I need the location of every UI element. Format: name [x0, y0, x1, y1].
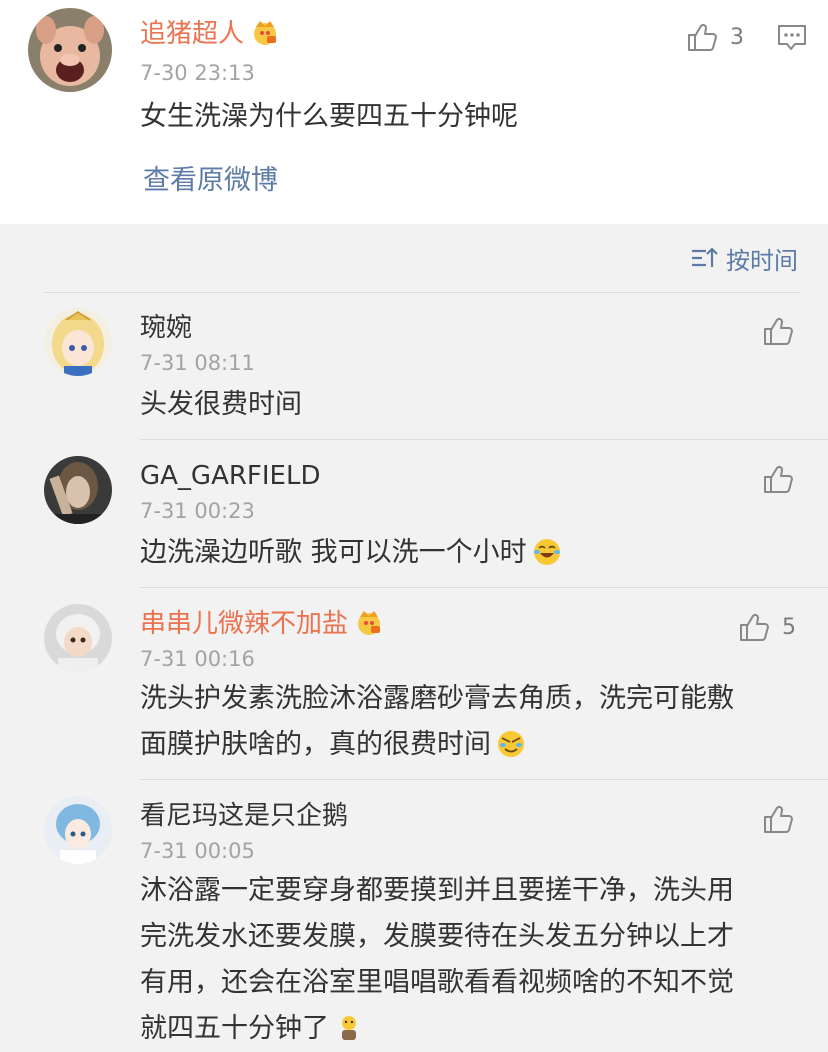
sort-label: 按时间: [726, 246, 798, 275]
vip-crown-icon: [254, 20, 277, 45]
commenter-name[interactable]: 看尼玛这是只企鹅: [140, 800, 348, 832]
comment-time: 7-31 08:11: [140, 351, 255, 375]
comment-like-button[interactable]: [762, 314, 794, 348]
comment-more-icon: [778, 25, 806, 50]
pig-avatar-image: [28, 8, 112, 92]
divider: [140, 439, 828, 440]
thumbs-up-icon: [764, 805, 793, 833]
comment-like-count: 5: [782, 614, 796, 640]
divider: [140, 779, 828, 780]
post-author-name[interactable]: 追猪超人: [140, 18, 280, 50]
commenter-avatar[interactable]: [44, 456, 112, 524]
portrait-avatar-image: [44, 456, 112, 524]
sort-by-time-button[interactable]: 按时间: [690, 240, 798, 276]
post-like-count: 3: [730, 24, 744, 50]
comment-text: 边洗澡边听歌 我可以洗一个小时: [140, 530, 561, 576]
comment-text: 洗头护发素洗脸沐浴露磨砂膏去角质，洗完可能敷 面膜护肤啥的，真的很费时间: [140, 683, 734, 760]
original-post: 追猪超人 7-30 23:13 女生洗澡为什么要四五十分钟呢 查看原微博 3: [0, 0, 828, 224]
thumbs-up-icon: [740, 613, 769, 641]
comment-text: 头发很费时间: [140, 389, 302, 420]
comment-like-button[interactable]: 5: [738, 610, 796, 644]
comment-time: 7-31 00:23: [140, 499, 255, 523]
comment-like-button[interactable]: [762, 462, 794, 496]
commenter-avatar[interactable]: [44, 308, 112, 376]
comment-more-button[interactable]: [776, 22, 808, 54]
anime-girl-avatar-image: [44, 308, 112, 376]
commenter-name[interactable]: GA_GARFIELD: [140, 460, 321, 492]
commenter-name[interactable]: 串串儿微辣不加盐: [140, 608, 384, 640]
commenter-avatar[interactable]: [44, 604, 112, 672]
divider: [44, 292, 800, 293]
sort-icon: [692, 247, 718, 267]
shrug-emoji: [342, 1015, 356, 1040]
commenter-name[interactable]: 琬婉: [140, 312, 192, 344]
thumbs-up-icon: [764, 465, 793, 493]
comment-time: 7-31 00:16: [140, 647, 255, 671]
anime-boy-avatar-image: [44, 796, 112, 864]
baby-avatar-image: [44, 604, 112, 672]
post-author-avatar[interactable]: [28, 8, 112, 92]
post-like-button[interactable]: 3: [686, 20, 744, 54]
commenter-avatar[interactable]: [44, 796, 112, 864]
thumbs-up-icon: [688, 23, 717, 51]
comment-like-button[interactable]: [762, 802, 794, 836]
facepalm-emoji: [498, 730, 524, 757]
vip-crown-icon: [358, 610, 381, 635]
view-original-link[interactable]: 查看原微博: [143, 164, 278, 198]
post-text: 女生洗澡为什么要四五十分钟呢: [140, 101, 518, 132]
laughing-crying-emoji: [533, 538, 560, 565]
thumbs-up-icon: [764, 317, 793, 345]
comment-time: 7-31 00:05: [140, 839, 255, 863]
comment-text: 沐浴露一定要穿身都要摸到并且要搓干净，洗头用 完洗发水还要发膜，发膜要待在头发五…: [140, 875, 734, 1044]
divider: [140, 587, 828, 588]
post-time: 7-30 23:13: [140, 61, 255, 85]
